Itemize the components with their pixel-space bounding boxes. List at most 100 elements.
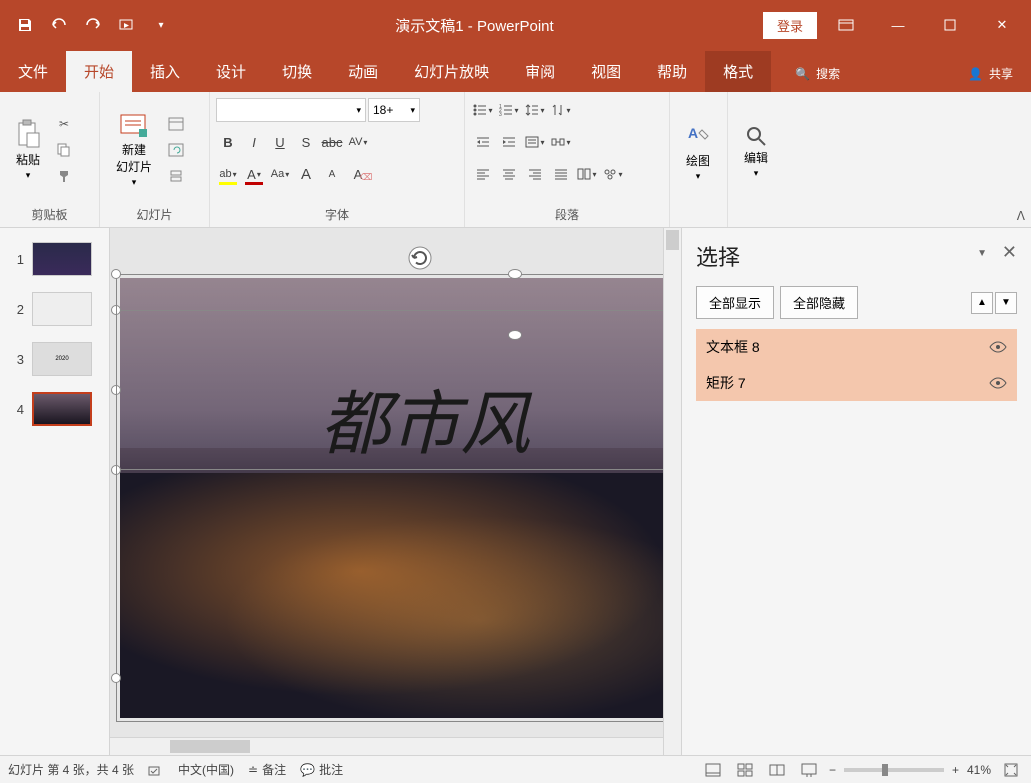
columns-button[interactable] bbox=[575, 162, 599, 186]
section-icon[interactable] bbox=[164, 164, 188, 188]
vertical-scrollbar[interactable] bbox=[663, 228, 681, 755]
reset-icon[interactable] bbox=[164, 138, 188, 162]
tab-transitions[interactable]: 切换 bbox=[264, 51, 330, 92]
increase-indent-button[interactable] bbox=[497, 130, 521, 154]
zoom-in-button[interactable]: + bbox=[952, 763, 959, 777]
decrease-indent-button[interactable] bbox=[471, 130, 495, 154]
font-name-combo[interactable]: ▾ bbox=[216, 98, 366, 122]
editing-button[interactable]: 编辑 ▾ bbox=[734, 96, 778, 207]
login-button[interactable]: 登录 bbox=[763, 12, 817, 39]
shadow-button[interactable]: S bbox=[294, 130, 318, 154]
convert-smartart-button[interactable] bbox=[601, 162, 625, 186]
line-spacing-button[interactable] bbox=[523, 98, 547, 122]
drawing-button[interactable]: A 绘图 ▾ bbox=[676, 96, 720, 207]
thumbnail-4[interactable]: 4 bbox=[4, 386, 105, 432]
resize-handle[interactable] bbox=[111, 673, 121, 683]
numbering-button[interactable]: 123 bbox=[497, 98, 521, 122]
align-center-button[interactable] bbox=[497, 162, 521, 186]
char-spacing-button[interactable]: AV bbox=[346, 130, 370, 154]
smartart-convert-button[interactable] bbox=[549, 130, 573, 154]
highlight-color-button[interactable]: ab bbox=[216, 162, 240, 186]
move-down-button[interactable]: ▼ bbox=[995, 292, 1017, 314]
shrink-font-button[interactable]: A bbox=[320, 162, 344, 186]
tab-home[interactable]: 开始 bbox=[66, 51, 132, 92]
show-all-button[interactable]: 全部显示 bbox=[696, 286, 774, 319]
undo-icon[interactable] bbox=[44, 10, 74, 40]
justify-button[interactable] bbox=[549, 162, 573, 186]
slide-canvas[interactable]: 都市风 bbox=[120, 278, 681, 718]
grow-font-button[interactable]: A bbox=[294, 162, 318, 186]
hide-all-button[interactable]: 全部隐藏 bbox=[780, 286, 858, 319]
format-painter-icon[interactable] bbox=[52, 164, 76, 188]
strikethrough-button[interactable]: abc bbox=[320, 130, 344, 154]
text-direction-button[interactable] bbox=[549, 98, 573, 122]
fit-to-window-icon[interactable] bbox=[999, 760, 1023, 780]
align-text-button[interactable] bbox=[523, 130, 547, 154]
redo-icon[interactable] bbox=[78, 10, 108, 40]
svg-text:A: A bbox=[688, 125, 698, 141]
tab-insert[interactable]: 插入 bbox=[132, 51, 198, 92]
visibility-toggle-icon[interactable] bbox=[989, 341, 1007, 353]
copy-icon[interactable] bbox=[52, 138, 76, 162]
tab-help[interactable]: 帮助 bbox=[639, 51, 705, 92]
layout-icon[interactable] bbox=[164, 112, 188, 136]
change-case-button[interactable]: Aa bbox=[268, 162, 292, 186]
thumbnail-3[interactable]: 3 2020 bbox=[4, 336, 105, 382]
cut-icon[interactable]: ✂ bbox=[52, 112, 76, 136]
move-up-button[interactable]: ▲ bbox=[971, 292, 993, 314]
horizontal-scrollbar[interactable] bbox=[110, 737, 663, 755]
resize-handle[interactable] bbox=[508, 269, 522, 279]
maximize-icon[interactable] bbox=[927, 10, 973, 40]
clear-formatting-button[interactable]: A⌫ bbox=[346, 162, 370, 186]
slide-editor[interactable]: 都市风 bbox=[110, 228, 681, 755]
bold-button[interactable]: B bbox=[216, 130, 240, 154]
font-color-button[interactable]: A bbox=[242, 162, 266, 186]
tab-file[interactable]: 文件 bbox=[0, 51, 66, 92]
tab-design[interactable]: 设计 bbox=[198, 51, 264, 92]
close-pane-icon[interactable]: ✕ bbox=[1002, 242, 1017, 263]
zoom-slider[interactable] bbox=[844, 768, 944, 772]
underline-button[interactable]: U bbox=[268, 130, 292, 154]
thumbnail-1[interactable]: 1 bbox=[4, 236, 105, 282]
qat-customize-icon[interactable]: ▾ bbox=[146, 10, 176, 40]
tab-animations[interactable]: 动画 bbox=[330, 51, 396, 92]
thumbnail-2[interactable]: 2 bbox=[4, 286, 105, 332]
font-size-combo[interactable]: 18+▾ bbox=[368, 98, 420, 122]
italic-button[interactable]: I bbox=[242, 130, 266, 154]
reading-view-icon[interactable] bbox=[765, 760, 789, 780]
bullets-button[interactable] bbox=[471, 98, 495, 122]
slideshow-view-icon[interactable] bbox=[797, 760, 821, 780]
tell-me-search[interactable]: 🔍 搜索 bbox=[781, 55, 854, 92]
share-button[interactable]: 👤 共享 bbox=[950, 55, 1031, 92]
normal-view-icon[interactable] bbox=[701, 760, 725, 780]
resize-handle[interactable] bbox=[111, 269, 121, 279]
collapse-ribbon-icon[interactable]: ᐱ bbox=[1017, 209, 1025, 223]
language-indicator[interactable]: 中文(中国) bbox=[178, 761, 234, 778]
zoom-level[interactable]: 41% bbox=[967, 763, 991, 777]
close-icon[interactable]: ✕ bbox=[979, 10, 1025, 40]
tab-slideshow[interactable]: 幻灯片放映 bbox=[396, 51, 507, 92]
selection-item-rect[interactable]: 矩形 7 bbox=[696, 365, 1017, 401]
selection-item-textbox[interactable]: 文本框 8 bbox=[696, 329, 1017, 365]
zoom-out-button[interactable]: − bbox=[829, 763, 836, 777]
visibility-toggle-icon[interactable] bbox=[989, 377, 1007, 389]
comments-button[interactable]: 💬 批注 bbox=[300, 761, 343, 778]
tab-review[interactable]: 审阅 bbox=[507, 51, 573, 92]
align-right-button[interactable] bbox=[523, 162, 547, 186]
minimize-icon[interactable]: — bbox=[875, 10, 921, 40]
tab-format[interactable]: 格式 bbox=[705, 51, 771, 92]
pane-options-icon[interactable]: ▼ bbox=[977, 248, 987, 259]
tab-view[interactable]: 视图 bbox=[573, 51, 639, 92]
new-slide-button[interactable]: 新建 幻灯片 ▾ bbox=[106, 96, 162, 204]
slide-counter[interactable]: 幻灯片 第 4 张，共 4 张 bbox=[8, 761, 134, 778]
rotate-handle[interactable] bbox=[406, 244, 434, 272]
start-from-beginning-icon[interactable] bbox=[112, 10, 142, 40]
save-icon[interactable] bbox=[10, 10, 40, 40]
slide-sorter-icon[interactable] bbox=[733, 760, 757, 780]
spell-check-icon[interactable] bbox=[148, 763, 164, 777]
notes-button[interactable]: ≐ 备注 bbox=[248, 761, 286, 778]
resize-handle[interactable] bbox=[508, 330, 522, 340]
paste-button[interactable]: 粘贴 ▾ bbox=[6, 96, 50, 204]
ribbon-display-icon[interactable] bbox=[823, 10, 869, 40]
align-left-button[interactable] bbox=[471, 162, 495, 186]
